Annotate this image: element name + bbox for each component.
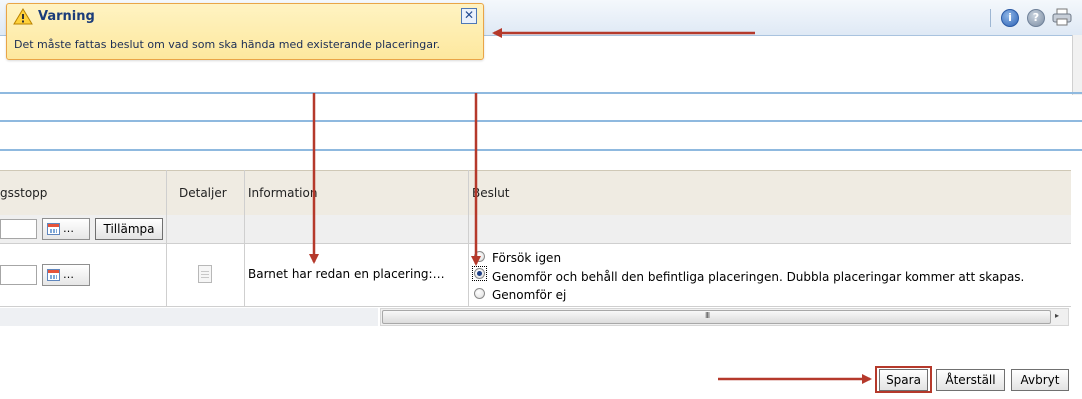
annotation-arrows xyxy=(309,28,872,384)
